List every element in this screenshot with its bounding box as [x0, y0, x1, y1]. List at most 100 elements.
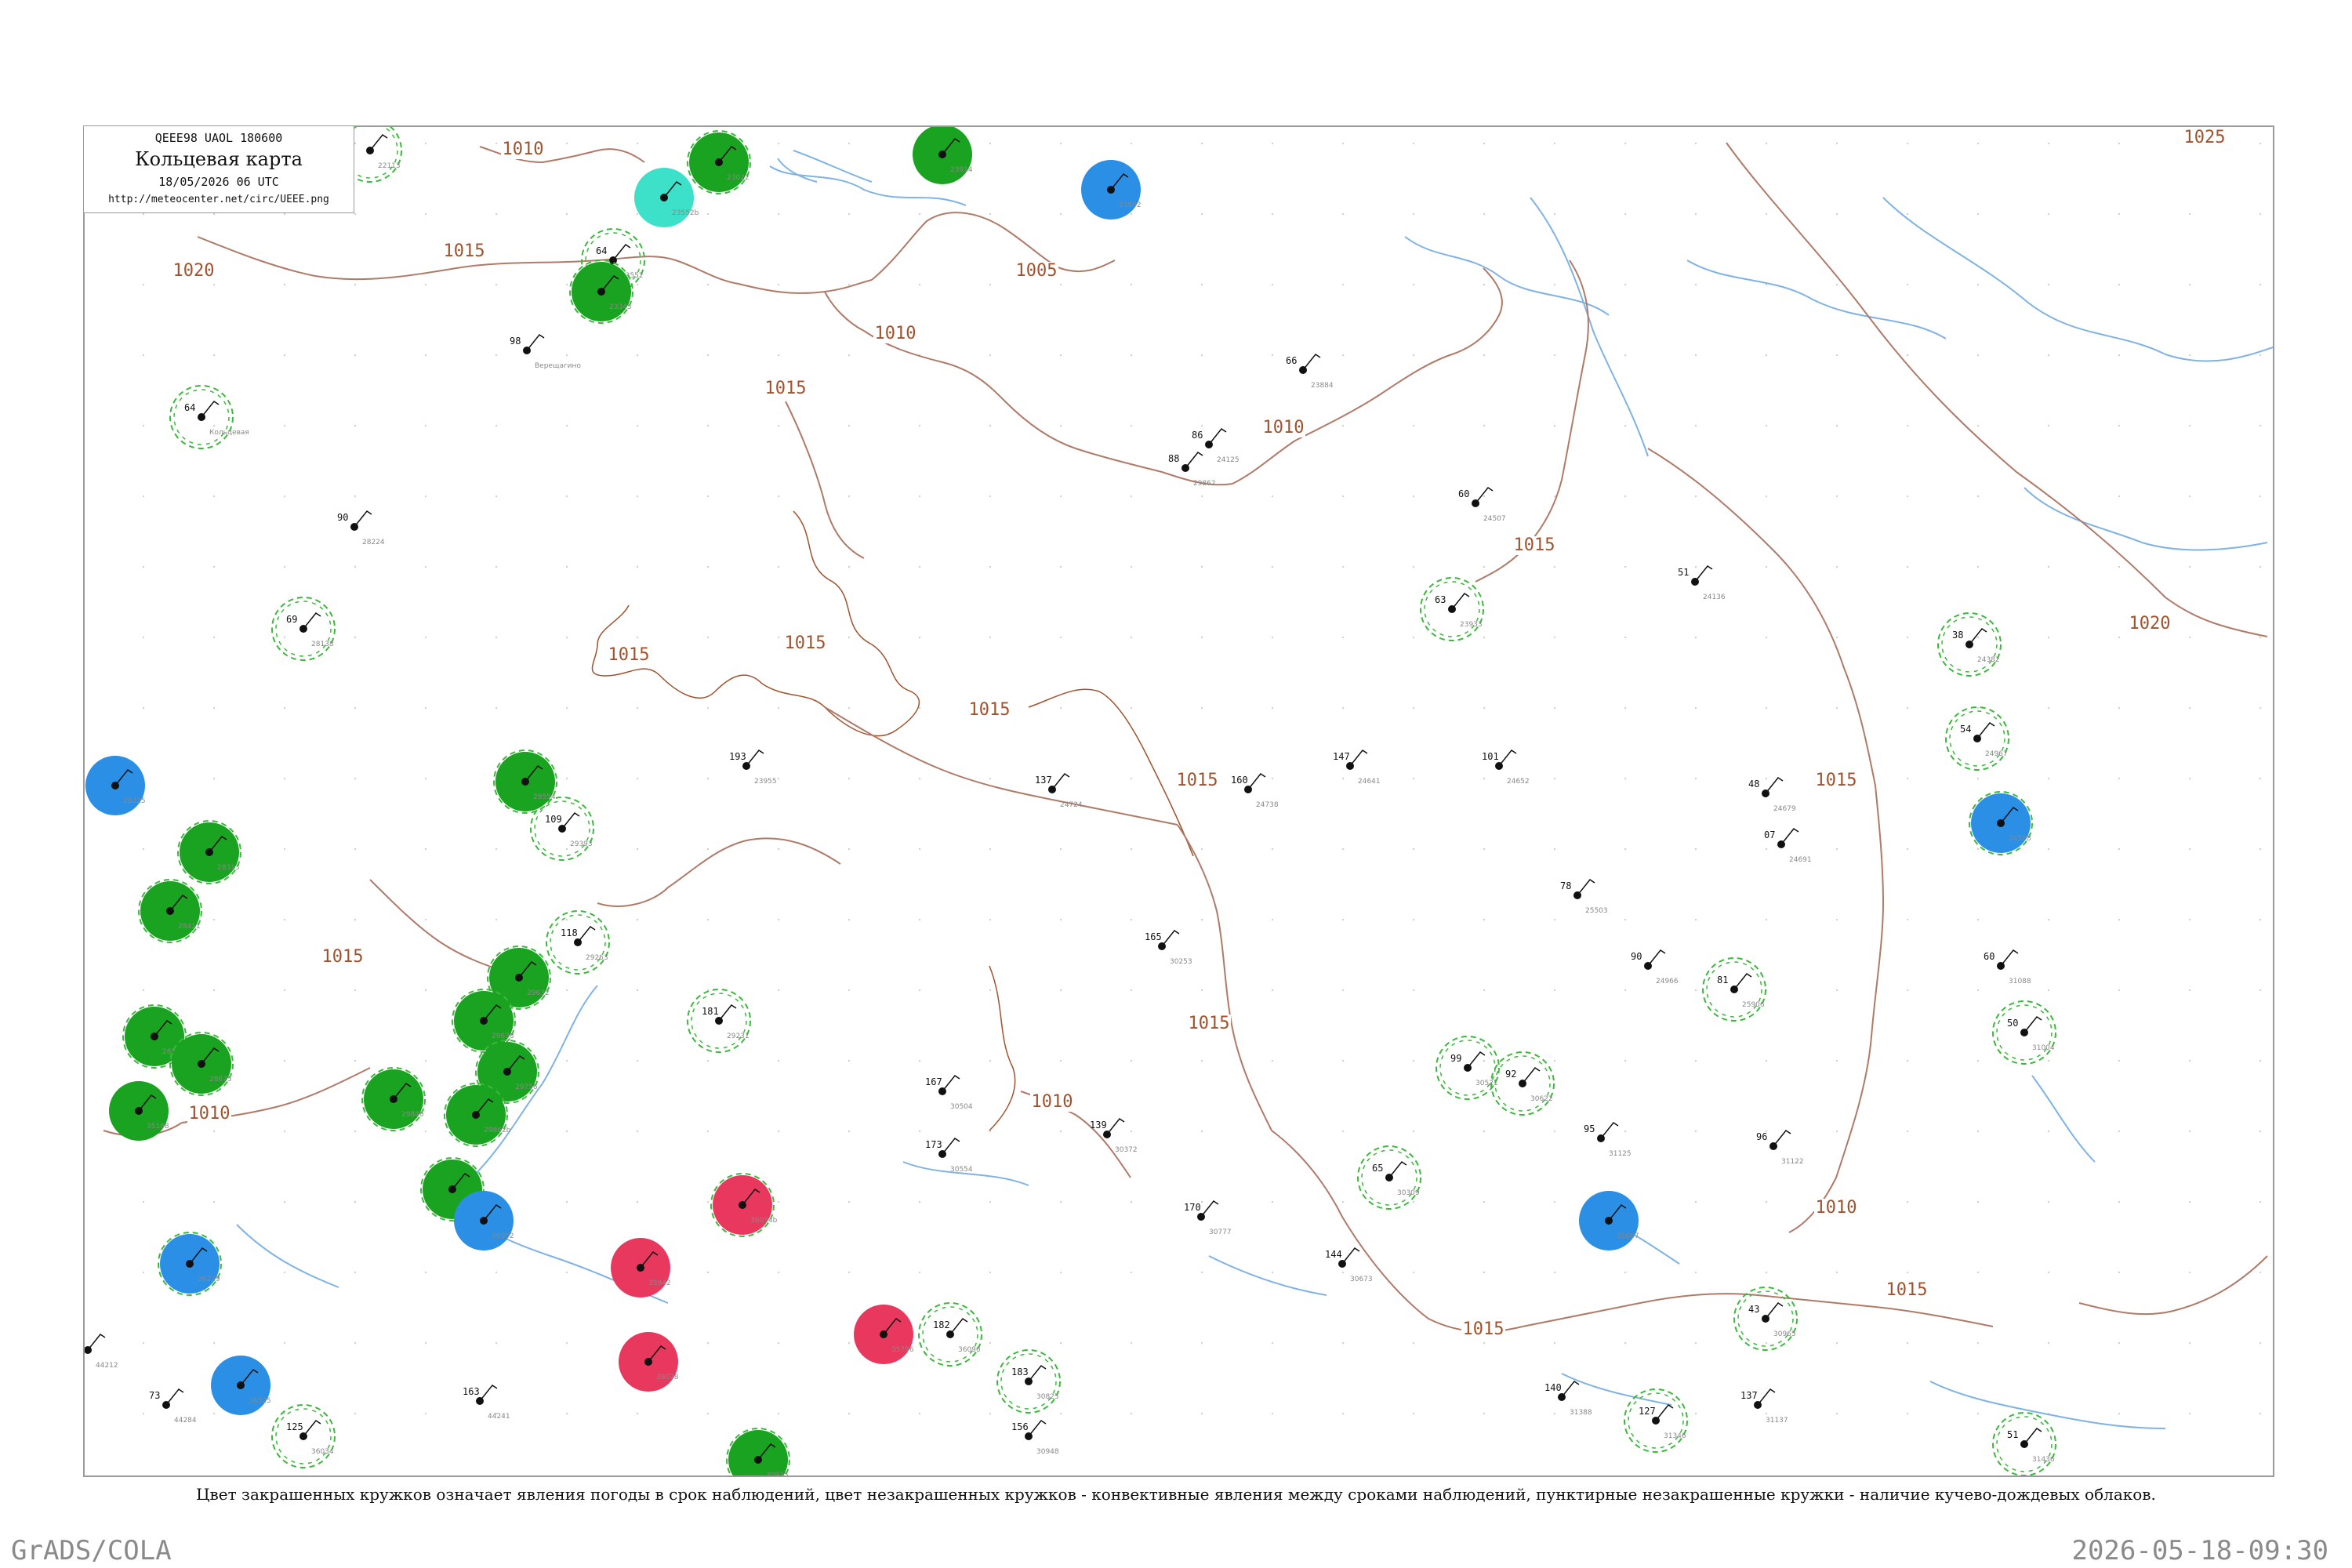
station-name: 23022 [727, 174, 750, 182]
station-name: 31436 [2032, 1456, 2055, 1464]
station-name: 24136 [1703, 593, 1726, 601]
legend-code: QEEE98 UAOL 180600 [154, 131, 283, 145]
station-temp: 92 [1505, 1069, 1516, 1080]
station-temp: 144 [1325, 1249, 1342, 1260]
station-temp: 51 [2007, 1429, 2018, 1440]
isobar-label: 1015 [444, 241, 485, 261]
station-temp: 78 [1560, 880, 1571, 891]
station-name: 24508 [2009, 835, 2031, 843]
station-temp: 193 [729, 751, 746, 762]
station-name: 31137 [1766, 1417, 1788, 1425]
station-temp: 127 [1639, 1406, 1656, 1417]
isobar-label: 1010 [189, 1104, 230, 1123]
station-name: 31088 [2009, 978, 2031, 985]
station-temp: 64 [184, 402, 195, 413]
station-temp: 60 [1984, 951, 1994, 962]
station-name: 28675 [209, 1076, 232, 1083]
station-name: 29231 [727, 1033, 750, 1040]
station-name: 25503 [1585, 907, 1608, 915]
station-name: 36078 [656, 1374, 679, 1381]
station-name: 24691 [1789, 856, 1812, 864]
isobar-label: 1015 [1816, 771, 1857, 790]
isobar-label: 1015 [1463, 1319, 1504, 1339]
station-temp: 65 [1372, 1163, 1383, 1174]
station-name: 44241 [488, 1413, 510, 1421]
station-name: 28138 [311, 641, 334, 648]
station-temp: 147 [1333, 751, 1350, 762]
station-name: 24125 [1217, 456, 1240, 464]
isobar-label: 1010 [503, 140, 544, 159]
station-name: 30253 [1170, 958, 1192, 966]
station-name: 31125 [1609, 1150, 1632, 1158]
station-temp: 51 [1678, 567, 1689, 578]
station-name: 24641 [1358, 778, 1381, 786]
map-frame[interactable]: 1010 1015 1020 1005 1010 1015 1010 1015 1015 1015… [83, 125, 2274, 1477]
station-temp: 118 [561, 927, 578, 938]
station-name: 29846 [401, 1111, 424, 1119]
isobar-label: 1010 [1816, 1198, 1857, 1218]
station-temp: 64 [596, 245, 607, 256]
station-temp: 160 [1231, 775, 1248, 786]
station-name: 30948 [1036, 1448, 1059, 1456]
station-temp: 63 [1435, 594, 1446, 605]
station-name: 31122 [1781, 1158, 1804, 1166]
station-temp: 109 [545, 814, 562, 825]
isobar-label: 1015 [1189, 1014, 1230, 1033]
station-name: 36052 [492, 1232, 514, 1240]
station-name: 23914 [950, 166, 973, 174]
station-name: 29638 [492, 1033, 514, 1040]
map-caption: Цвет закрашенных кружков означает явлени… [196, 1485, 2156, 1504]
isobar-label: 1015 [969, 700, 1011, 720]
isobar-label: 1010 [1263, 418, 1305, 437]
station-temp: 88 [1168, 453, 1179, 464]
station-temp: 137 [1740, 1390, 1758, 1401]
legend-url[interactable]: http://meteocenter.net/circ/UEEE.png [84, 194, 354, 205]
station-name: 28225 [123, 797, 146, 805]
isobar-label: 1015 [765, 379, 807, 398]
isobar-label: 1010 [875, 324, 916, 343]
station-temp: 60 [1458, 488, 1469, 499]
station-name: 30622 [1530, 1095, 1553, 1103]
weather-map[interactable]: 101010151020 1005101010151010101510151015… [85, 127, 2274, 1477]
isobar-label: 1015 [608, 645, 650, 665]
station-name: 30673 [1350, 1276, 1373, 1283]
station-name: 23884 [1311, 382, 1334, 390]
station-name: 28313 [217, 864, 240, 872]
station-name: 29756 [515, 1083, 538, 1091]
isobar-label: 1025 [2184, 128, 2226, 147]
station-temp: 98 [510, 336, 521, 347]
station-name: 29862b [484, 1127, 511, 1134]
station-temp: 183 [1011, 1367, 1029, 1377]
station-name: 24967 [1985, 750, 2008, 758]
station-name: 24507 [1483, 515, 1506, 523]
isobar-label: 1015 [785, 633, 826, 653]
isobar-label: 1015 [322, 947, 364, 967]
station-name: 36229 [198, 1276, 220, 1283]
station-name: 44212 [96, 1362, 118, 1370]
station-name: 29862 [1193, 480, 1216, 488]
station-name: 30309 [1397, 1189, 1420, 1197]
station-temp: 125 [286, 1421, 303, 1432]
station-name: 31087 [1617, 1232, 1639, 1240]
station-temp: 140 [1544, 1382, 1562, 1393]
station-name: 28224 [362, 539, 385, 546]
station-temp: 165 [1145, 931, 1162, 942]
station-name: 22113 [378, 162, 401, 170]
isobar-label: 1015 [1177, 771, 1218, 790]
station-temp: 81 [1717, 975, 1728, 985]
station-name: 35942 [648, 1279, 671, 1287]
station-temp: 38 [1952, 630, 1963, 641]
station-name: 36034 [311, 1448, 334, 1456]
station-name: 35188 [147, 1123, 169, 1131]
station-name: 30935 [766, 1472, 789, 1477]
footer-software: GrADS/COLA [11, 1535, 172, 1566]
station-name: 44284 [174, 1417, 197, 1425]
legend-title: Кольцевая карта [135, 148, 303, 170]
station-temp: 99 [1450, 1053, 1461, 1064]
station-temp: 50 [2007, 1018, 2018, 1029]
station-name: 31346 [1664, 1432, 1686, 1440]
station-name: 23933 [1460, 621, 1483, 629]
station-name: 30521 [1475, 1080, 1498, 1087]
isobar-label: 1015 [1514, 535, 1555, 555]
station-name: 23955 [754, 778, 777, 786]
